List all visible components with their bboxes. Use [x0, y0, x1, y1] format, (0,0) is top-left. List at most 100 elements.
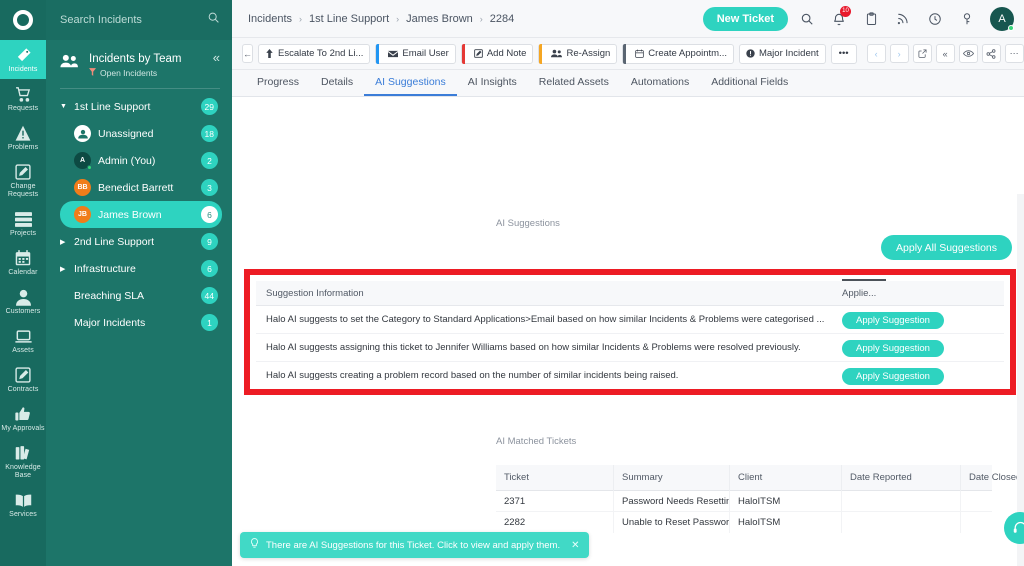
table-row[interactable]: 2371Password Needs ResettingHaloITSM0.90 [496, 490, 992, 512]
rail-item-label: Knowledge Base [5, 464, 41, 479]
sidebar-item-1st-line-support[interactable]: ▼ 1st Line Support 29 [60, 93, 222, 120]
sidebar-item-unassigned[interactable]: Unassigned 18 [60, 120, 222, 147]
calendar-icon [15, 249, 31, 267]
new-ticket-button[interactable]: New Ticket [702, 6, 788, 31]
action-button-label: Re-Assign [566, 48, 611, 59]
sidebar-item-label: 2nd Line Support [74, 235, 154, 248]
rail-item-customers[interactable]: Customers [0, 282, 46, 321]
apply-all-suggestions-button[interactable]: Apply All Suggestions [881, 235, 1012, 260]
sidebar-search-input[interactable]: Search Incidents [60, 14, 201, 26]
rail-item-requests[interactable]: Requests [0, 79, 46, 118]
sidebar-item-2nd-line-support[interactable]: ▶ 2nd Line Support 9 [60, 228, 222, 255]
caret-right-icon[interactable]: ▶ [60, 265, 74, 273]
chevron-double-left-icon[interactable]: « [935, 44, 955, 63]
rail-item-problems[interactable]: Problems [0, 118, 46, 157]
tab-additional-fields[interactable]: Additional Fields [700, 76, 799, 96]
column-header-ticket[interactable]: Ticket [496, 464, 614, 491]
action-add-note-button[interactable]: Add Note [460, 43, 534, 64]
rail-item-incidents[interactable]: Incidents [0, 40, 46, 79]
column-header-date-reported[interactable]: Date Reported [842, 464, 961, 491]
sidebar-item-major-incidents[interactable]: Major Incidents 1 [60, 309, 222, 336]
apply-suggestion-button[interactable]: Apply Suggestion [842, 312, 944, 329]
close-icon[interactable]: ✕ [571, 540, 579, 551]
column-header-summary[interactable]: Summary [614, 464, 730, 491]
action-re-assign-button[interactable]: Re-Assign [538, 43, 618, 64]
action-button-label: Add Note [486, 48, 527, 59]
breadcrumb-separator: › [299, 13, 303, 24]
tab-related-assets[interactable]: Related Assets [528, 76, 620, 96]
tab-automations[interactable]: Automations [620, 76, 700, 96]
headset-chat-icon[interactable] [1004, 512, 1024, 544]
rail-item-my-approvals[interactable]: My Approvals [0, 399, 46, 438]
search-icon[interactable] [207, 11, 220, 29]
popout-icon[interactable] [912, 44, 932, 63]
chevron-left-icon[interactable]: ‹ [866, 44, 886, 63]
cell-summary: Password Needs Resetting [614, 490, 730, 512]
apply-suggestion-button[interactable]: Apply Suggestion [842, 340, 944, 357]
record-nav-group: ‹ › « ⋯ [866, 44, 1024, 63]
notification-badge: 10 [840, 5, 851, 17]
breadcrumb-item[interactable]: 2284 [490, 13, 514, 25]
vertical-scrollbar[interactable] [1017, 194, 1024, 566]
clock-icon[interactable] [922, 5, 948, 33]
tab-ai-suggestions[interactable]: AI Suggestions [364, 76, 457, 96]
column-header-date-closed[interactable]: Date Closed [961, 465, 1024, 491]
eye-icon[interactable] [958, 44, 978, 63]
avatar[interactable]: A [990, 6, 1014, 31]
sidebar-item-james-brown[interactable]: JB James Brown 6 [60, 201, 222, 228]
action-major-incident-button[interactable]: Major Incident [738, 43, 826, 64]
breadcrumb-separator: › [479, 13, 483, 24]
breadcrumb-item[interactable]: Incidents [248, 13, 292, 25]
sidebar-item-admin-you[interactable]: A Admin (You) 2 [60, 147, 222, 174]
suggestion-action-cell: Apply Suggestion [834, 366, 1004, 385]
app-logo[interactable] [0, 0, 46, 40]
clipboard-icon[interactable] [858, 5, 884, 33]
action-button-label: Email User [402, 48, 449, 59]
rail-item-projects[interactable]: Projects [0, 204, 46, 243]
avatar-initial: A [998, 12, 1006, 25]
rail-item-knowledge-base[interactable]: Knowledge Base [0, 438, 46, 485]
tab-details[interactable]: Details [310, 76, 364, 96]
table-row[interactable]: 2282Unable to Reset PasswordHaloITSM0.90 [496, 512, 992, 533]
sidebar-item-benedict-barrett[interactable]: BB Benedict Barrett 3 [60, 174, 222, 201]
ai-suggestions-toast[interactable]: There are AI Suggestions for this Ticket… [240, 532, 589, 558]
rail-item-contracts[interactable]: Contracts [0, 360, 46, 399]
action-create-appointm-button[interactable]: Create Appointm... [622, 43, 734, 64]
action-overflow-button[interactable]: ••• [830, 43, 857, 64]
sidebar-item-breaching-sla[interactable]: Breaching SLA 44 [60, 282, 222, 309]
rail-item-calendar[interactable]: Calendar [0, 243, 46, 282]
rail-item-change-requests[interactable]: Change Requests [0, 157, 46, 204]
sidebar-item-count: 44 [200, 287, 218, 304]
rail-item-label: Customers [5, 308, 41, 315]
rail-item-services[interactable]: Services [0, 485, 46, 524]
rail-item-assets[interactable]: Assets [0, 321, 46, 360]
chevron-double-left-icon[interactable]: « [213, 51, 220, 64]
sidebar-item-infrastructure[interactable]: ▶ Infrastructure 6 [60, 255, 222, 282]
chevron-right-icon[interactable]: › [889, 44, 909, 63]
share-icon[interactable] [981, 44, 1001, 63]
sidebar-search[interactable]: Search Incidents [46, 0, 232, 40]
bell-icon[interactable]: 10 [826, 5, 852, 33]
caret-right-icon[interactable]: ▶ [60, 238, 74, 246]
suggestions-table-header: Suggestion Information Applie... [256, 278, 1004, 306]
action-email-user-button[interactable]: Email User [375, 43, 456, 64]
sidebar-item-count: 3 [201, 179, 218, 196]
rss-icon[interactable] [890, 5, 916, 33]
col-applied[interactable]: Applie... [834, 278, 1004, 299]
col-suggestion-information[interactable]: Suggestion Information [266, 288, 834, 299]
breadcrumb-item[interactable]: James Brown [406, 13, 473, 25]
apply-suggestion-button[interactable]: Apply Suggestion [842, 368, 944, 385]
tab-progress[interactable]: Progress [246, 76, 310, 96]
help-key-icon[interactable] [954, 5, 980, 33]
caret-down-icon[interactable]: ▼ [60, 103, 74, 110]
search-icon[interactable] [794, 5, 820, 33]
arrow-left-icon[interactable]: ← [242, 44, 253, 63]
more-icon[interactable]: ⋯ [1004, 44, 1024, 63]
breadcrumb-item[interactable]: 1st Line Support [309, 13, 389, 25]
column-header-client[interactable]: Client [730, 464, 842, 491]
sidebar-item-count: 1 [201, 314, 218, 331]
avatar: A [74, 152, 92, 170]
action-escalate-to-2nd-li-button[interactable]: Escalate To 2nd Li... [258, 43, 371, 64]
action-button-label: Major Incident [758, 48, 819, 59]
tab-ai-insights[interactable]: AI Insights [457, 76, 528, 96]
